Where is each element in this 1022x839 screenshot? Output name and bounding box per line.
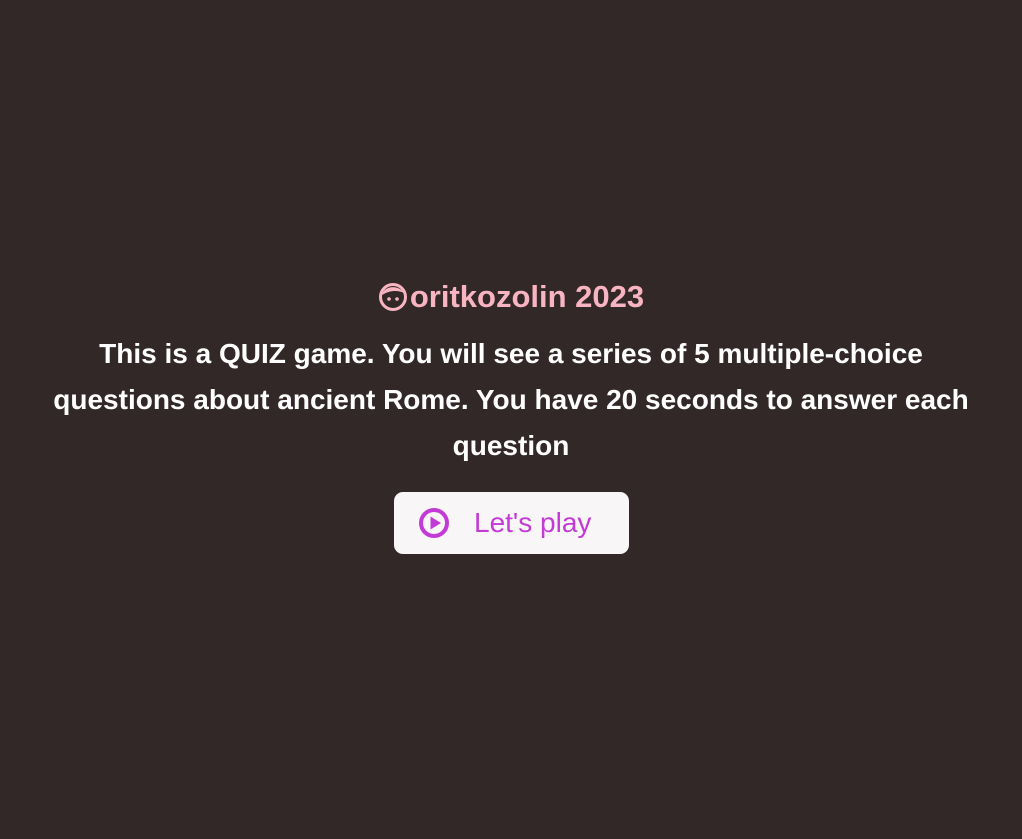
quiz-start-screen: oritkozolin 2023 This is a QUIZ game. Yo… [0, 0, 1022, 839]
brand-name: oritkozolin 2023 [409, 279, 645, 314]
lets-play-label: Let's play [474, 507, 592, 538]
play-circle-icon [418, 507, 450, 539]
intro-text: This is a QUIZ game. You will see a seri… [53, 338, 969, 461]
lets-play-button[interactable]: Let's play [394, 492, 629, 554]
brand-credit: oritkozolin 2023 [0, 278, 1022, 316]
kid-face-icon [378, 282, 408, 312]
